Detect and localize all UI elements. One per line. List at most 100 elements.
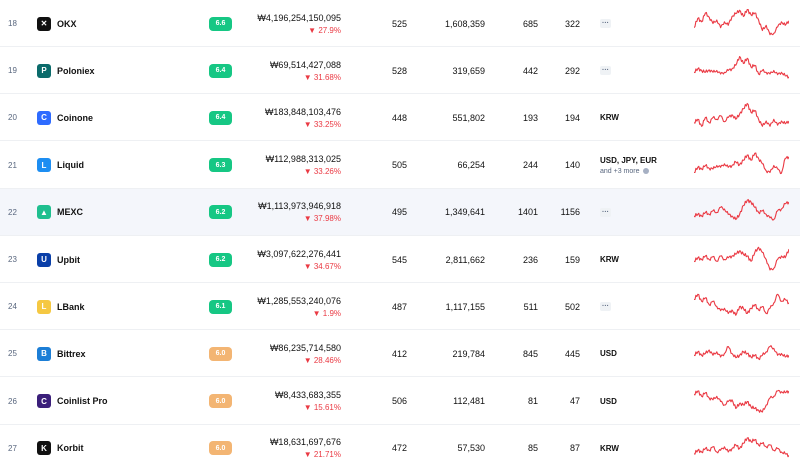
metric-cell-2: 219,784	[452, 348, 485, 359]
metric-cell-3: 236	[522, 254, 538, 265]
fiat-currencies: USD, JPY, EUR	[600, 155, 657, 165]
score-badge: 6.0	[209, 346, 232, 361]
table-row[interactable]: 18 ✕ OKX 6.6 ₩4,196,254,150,095 ▼ 27.9% …	[0, 0, 800, 47]
exchange-name-link[interactable]: B Bittrex	[37, 330, 86, 377]
exchange-name-link[interactable]: P Poloniex	[37, 47, 95, 94]
sparkline-7d	[694, 47, 789, 94]
volume-amount: ₩112,988,313,025	[265, 154, 341, 165]
metric-cell-2: 57,530	[457, 443, 485, 454]
caret-down-icon: ▼	[312, 308, 321, 318]
fiat-cell: KRW	[600, 94, 619, 141]
caret-down-icon: ▼	[308, 25, 317, 35]
volume-change: ▼ 33.25%	[303, 119, 341, 129]
fiat-more-link[interactable]: and +3 more	[600, 168, 649, 175]
rank-cell: 21	[8, 160, 17, 170]
metric-cell-2: 1,117,155	[445, 301, 485, 312]
metric-cell-3: 81	[527, 396, 538, 407]
sparkline-path	[694, 246, 789, 271]
table-row[interactable]: 20 C Coinone 6.4 ₩183,848,103,476 ▼ 33.2…	[0, 94, 800, 142]
volume-cell: ₩18,631,697,676 ▼ 21.71%	[270, 425, 341, 465]
fiat-cell: ···	[600, 189, 611, 236]
metric-cell-1: 448	[391, 112, 407, 123]
caret-down-icon: ▼	[303, 214, 312, 224]
metric-cell-3: 193	[522, 112, 538, 123]
exchange-name-label: OKX	[57, 18, 77, 29]
volume-cell: ₩4,196,254,150,095 ▼ 27.9%	[257, 0, 341, 47]
table-row[interactable]: 21 L Liquid 6.3 ₩112,988,313,025 ▼ 33.26…	[0, 141, 800, 189]
volume-amount: ₩1,113,973,946,918	[258, 201, 341, 212]
exchange-name-link[interactable]: ▲ MEXC	[37, 189, 83, 236]
score-cell: 6.0	[209, 378, 232, 425]
table-row[interactable]: 19 P Poloniex 6.4 ₩69,514,427,088 ▼ 31.6…	[0, 47, 800, 95]
lbank-logo-icon: L	[37, 299, 51, 314]
table-row[interactable]: 22 ▲ MEXC 6.2 ₩1,113,973,946,918 ▼ 37.98…	[0, 188, 800, 236]
rank-cell: 24	[8, 302, 17, 312]
metric-cell-1: 487	[391, 301, 407, 312]
exchange-name-label: Korbit	[57, 443, 84, 454]
sparkline-svg	[694, 389, 789, 413]
table-row[interactable]: 27 K Korbit 6.0 ₩18,631,697,676 ▼ 21.71%…	[0, 424, 800, 465]
metric-cell-3: 244	[522, 160, 538, 171]
volume-amount: ₩69,514,427,088	[269, 59, 341, 70]
volume-cell: ₩1,113,973,946,918 ▼ 37.98%	[258, 189, 341, 236]
exchange-name-link[interactable]: U Upbit	[37, 236, 80, 283]
exchange-name-link[interactable]: L LBank	[37, 283, 85, 330]
sparkline-path	[694, 56, 789, 79]
sparkline-svg	[694, 103, 789, 128]
score-badge: 6.4	[209, 63, 232, 78]
volume-change: ▼ 31.68%	[303, 72, 341, 82]
exchange-name-label: Coinlist Pro	[57, 396, 108, 407]
rank-cell: 18	[8, 19, 17, 28]
exchange-name-link[interactable]: C Coinlist Pro	[37, 378, 108, 425]
exchange-name-label: LBank	[57, 301, 85, 312]
fiat-cell: ···	[600, 283, 611, 330]
fiat-cell: USD, JPY, EUR and +3 more	[600, 142, 657, 189]
volume-cell: ₩1,285,553,240,076 ▼ 1.9%	[257, 283, 341, 330]
sparkline-svg	[694, 8, 789, 36]
metric-cell-4: 87	[569, 443, 580, 454]
exchange-name-link[interactable]: K Korbit	[37, 425, 84, 465]
exchange-name-label: Poloniex	[57, 65, 95, 76]
metric-cell-3: 442	[522, 65, 538, 76]
metric-cell-1: 412	[391, 348, 407, 359]
sparkline-path	[694, 152, 789, 174]
metric-cell-2: 551,802	[452, 112, 485, 123]
volume-cell: ₩3,097,622,276,441 ▼ 34.67%	[257, 236, 341, 283]
sparkline-svg	[694, 152, 789, 174]
table-row[interactable]: 23 U Upbit 6.2 ₩3,097,622,276,441 ▼ 34.6…	[0, 236, 800, 283]
metric-cell-1: 545	[391, 254, 407, 265]
metric-cell-4: 445	[564, 348, 580, 359]
table-row[interactable]: 25 B Bittrex 6.0 ₩86,235,714,580 ▼ 28.46…	[0, 330, 800, 378]
metric-cell-4: 322	[564, 18, 580, 29]
fiat-currencies: KRW	[600, 255, 619, 264]
metric-cell-4: 194	[564, 112, 580, 123]
sparkline-path	[694, 345, 789, 361]
metric-cell-4: 292	[564, 65, 580, 76]
table-row[interactable]: 26 C Coinlist Pro 6.0 ₩8,433,683,355 ▼ 1…	[0, 377, 800, 425]
metric-cell-3: 85	[527, 443, 538, 454]
exchange-name-link[interactable]: L Liquid	[37, 142, 84, 189]
no-fiat-placeholder: ···	[600, 19, 611, 28]
rank-cell: 20	[8, 113, 17, 123]
volume-cell: ₩69,514,427,088 ▼ 31.68%	[270, 47, 341, 94]
sparkline-7d	[694, 0, 789, 47]
score-cell: 6.2	[209, 236, 232, 283]
metric-cell-2: 66,254	[457, 160, 485, 171]
upbit-logo-icon: U	[37, 252, 51, 267]
volume-change: ▼ 27.9%	[308, 25, 341, 35]
exchange-name-link[interactable]: C Coinone	[37, 94, 93, 141]
no-fiat-placeholder: ···	[600, 302, 611, 312]
volume-amount: ₩86,235,714,580	[269, 342, 341, 353]
sparkline-path	[694, 389, 789, 413]
metric-cell-4: 502	[564, 301, 580, 312]
exchange-name-link[interactable]: ✕ OKX	[37, 0, 77, 47]
volume-cell: ₩8,433,683,355 ▼ 15.61%	[275, 378, 341, 425]
fiat-cell: ···	[600, 0, 611, 47]
fiat-cell: USD	[600, 330, 617, 377]
caret-down-icon: ▼	[303, 119, 312, 129]
score-cell: 6.4	[209, 47, 232, 94]
metric-cell-4: 1156	[560, 207, 580, 218]
volume-change: ▼ 21.71%	[303, 450, 341, 460]
metric-cell-4: 159	[564, 254, 580, 265]
table-row[interactable]: 24 L LBank 6.1 ₩1,285,553,240,076 ▼ 1.9%…	[0, 283, 800, 331]
